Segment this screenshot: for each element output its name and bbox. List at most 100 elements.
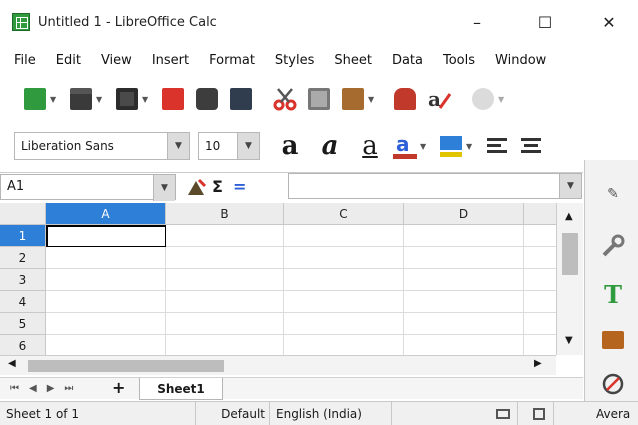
row-header-6[interactable]: 6: [0, 335, 46, 355]
menu-view[interactable]: View: [101, 53, 132, 68]
font-color-dropdown-icon[interactable]: ▼: [420, 142, 430, 151]
select-all-corner[interactable]: [0, 203, 46, 225]
column-header-e-partial[interactable]: [524, 203, 556, 225]
font-color-button[interactable]: a: [390, 131, 420, 161]
menu-data[interactable]: Data: [392, 53, 423, 68]
clone-formatting-button[interactable]: [390, 84, 420, 114]
styles-icon[interactable]: T: [599, 280, 627, 309]
cell-e6[interactable]: [524, 335, 556, 355]
cell-b4[interactable]: [166, 291, 284, 313]
bold-button[interactable]: a: [270, 131, 310, 161]
cell-d2[interactable]: [404, 247, 524, 269]
align-center-button[interactable]: [516, 131, 546, 161]
cell-c4[interactable]: [284, 291, 404, 313]
undo-button[interactable]: [468, 84, 498, 114]
row-header-5[interactable]: 5: [0, 313, 46, 335]
menu-edit[interactable]: Edit: [56, 53, 81, 68]
horizontal-scroll-thumb[interactable]: [28, 360, 224, 372]
row-header-2[interactable]: 2: [0, 247, 46, 269]
cell-a1[interactable]: [46, 225, 167, 248]
export-pdf-button[interactable]: [158, 84, 188, 114]
font-name-dropdown-icon[interactable]: ▼: [167, 133, 189, 159]
menu-window[interactable]: Window: [495, 53, 546, 68]
font-name-box[interactable]: Liberation Sans ▼: [14, 132, 190, 160]
print-button[interactable]: [192, 84, 222, 114]
cell-b2[interactable]: [166, 247, 284, 269]
cell-b1[interactable]: [166, 225, 284, 247]
row-header-4[interactable]: 4: [0, 291, 46, 313]
italic-button[interactable]: a: [310, 131, 350, 161]
menu-styles[interactable]: Styles: [275, 53, 314, 68]
minimize-button[interactable]: –: [452, 0, 502, 44]
highlight-dropdown-icon[interactable]: ▼: [466, 142, 476, 151]
font-size-dropdown-icon[interactable]: ▼: [237, 133, 259, 159]
cut-button[interactable]: [270, 84, 300, 114]
row-header-3[interactable]: 3: [0, 269, 46, 291]
menu-file[interactable]: File: [14, 53, 36, 68]
cell-c2[interactable]: [284, 247, 404, 269]
cell-d3[interactable]: [404, 269, 524, 291]
last-sheet-icon[interactable]: ⏭: [64, 383, 73, 394]
navigator-button[interactable]: [599, 370, 627, 398]
add-sheet-button[interactable]: +: [112, 378, 125, 397]
selection-mode-icon[interactable]: [482, 402, 518, 425]
page-style[interactable]: Default: [196, 402, 270, 425]
new-button[interactable]: [20, 84, 50, 114]
sum-button[interactable]: Σ: [212, 177, 223, 196]
scroll-up-icon[interactable]: ▲: [565, 211, 573, 222]
cell-c1[interactable]: [284, 225, 404, 247]
paste-button[interactable]: [338, 84, 368, 114]
cell-e2[interactable]: [524, 247, 556, 269]
menu-tools[interactable]: Tools: [443, 53, 475, 68]
align-left-button[interactable]: [482, 131, 512, 161]
name-box-dropdown-icon[interactable]: ▼: [153, 174, 175, 201]
function-wizard-button[interactable]: [184, 172, 208, 202]
cell-d5[interactable]: [404, 313, 524, 335]
formula-input[interactable]: ▼: [288, 173, 582, 199]
font-size-box[interactable]: 10 ▼: [198, 132, 260, 160]
language-status[interactable]: English (India): [270, 402, 392, 425]
scroll-down-icon[interactable]: ▼: [565, 335, 573, 346]
menu-insert[interactable]: Insert: [152, 53, 189, 68]
cell-d6[interactable]: [404, 335, 524, 355]
cell-e1[interactable]: [524, 225, 556, 247]
cell-e3[interactable]: [524, 269, 556, 291]
cell-d1[interactable]: [404, 225, 524, 247]
first-sheet-icon[interactable]: ⏮: [10, 383, 19, 394]
new-dropdown-icon[interactable]: ▼: [50, 95, 60, 104]
clear-formatting-button[interactable]: a: [424, 84, 454, 114]
vertical-scroll-thumb[interactable]: [562, 233, 578, 275]
underline-button[interactable]: a: [350, 131, 390, 161]
highlight-color-button[interactable]: [436, 131, 466, 161]
properties-button[interactable]: [599, 232, 627, 260]
cell-a4[interactable]: [46, 291, 166, 313]
save-dropdown-icon[interactable]: ▼: [142, 95, 152, 104]
formula-button[interactable]: =: [233, 177, 246, 196]
cell-b6[interactable]: [166, 335, 284, 355]
expand-formula-bar-icon[interactable]: ▼: [559, 174, 581, 198]
cell-c5[interactable]: [284, 313, 404, 335]
cell-a6[interactable]: [46, 335, 166, 355]
scroll-left-icon[interactable]: ◀: [8, 358, 16, 369]
cell-d4[interactable]: [404, 291, 524, 313]
paste-dropdown-icon[interactable]: ▼: [368, 95, 378, 104]
maximize-button[interactable]: ☐: [520, 0, 570, 44]
column-header-a[interactable]: A: [46, 203, 166, 225]
copy-button[interactable]: [304, 84, 334, 114]
cell-c6[interactable]: [284, 335, 404, 355]
undo-dropdown-icon[interactable]: ▼: [498, 95, 508, 104]
print-preview-button[interactable]: [226, 84, 256, 114]
cell-e4[interactable]: [524, 291, 556, 313]
open-dropdown-icon[interactable]: ▼: [96, 95, 106, 104]
cell-b3[interactable]: [166, 269, 284, 291]
cell-a5[interactable]: [46, 313, 166, 335]
horizontal-scrollbar[interactable]: ◀ ▶: [0, 355, 556, 375]
open-button[interactable]: [66, 84, 96, 114]
sheet-tab-sheet1[interactable]: Sheet1: [139, 378, 223, 400]
cell-a3[interactable]: [46, 269, 166, 291]
menu-format[interactable]: Format: [209, 53, 255, 68]
row-header-1[interactable]: 1: [0, 225, 46, 247]
cell-e5[interactable]: [524, 313, 556, 335]
cell-a2[interactable]: [46, 247, 166, 269]
column-header-d[interactable]: D: [404, 203, 524, 225]
